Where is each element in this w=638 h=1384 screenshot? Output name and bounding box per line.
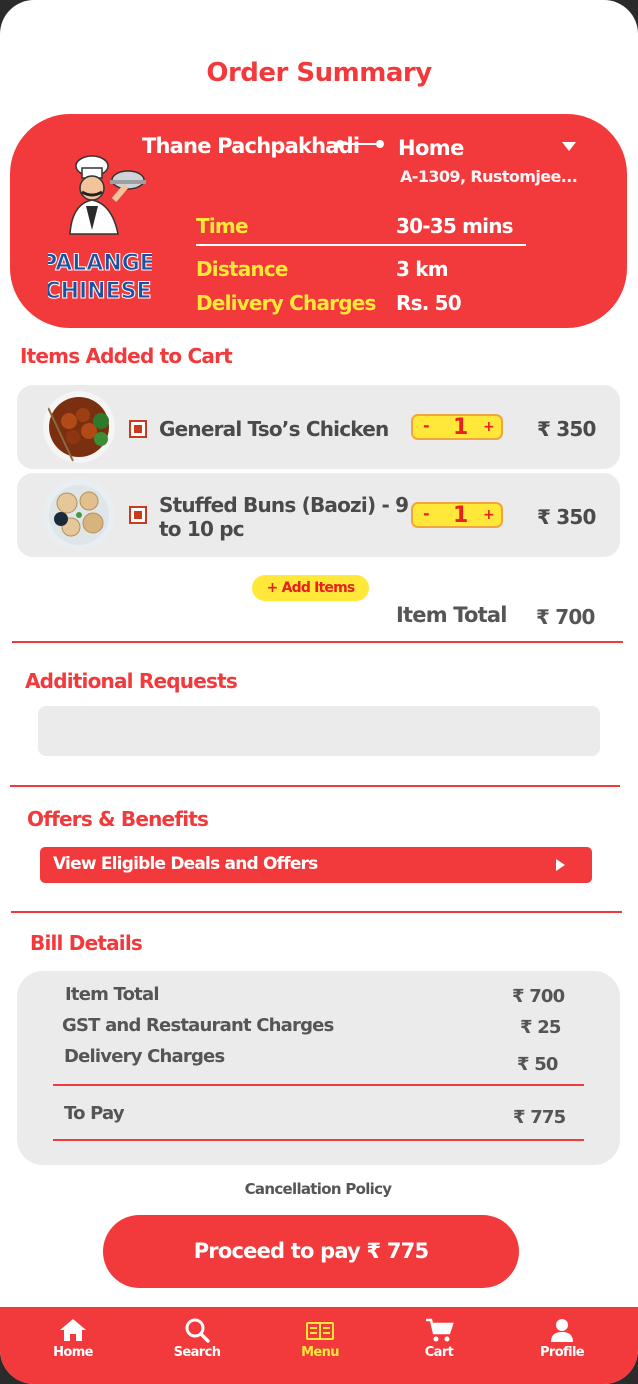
- item-name-line: to 10 pc: [159, 517, 245, 541]
- page-title: Order Summary: [206, 58, 432, 88]
- bill-row-label: GST and Restaurant Charges: [62, 1015, 334, 1036]
- chevron-down-icon[interactable]: [562, 142, 576, 151]
- nav-label: Menu: [301, 1345, 339, 1360]
- bill-details-card: Item Total ₹ 700 GST and Restaurant Char…: [17, 971, 620, 1165]
- nav-cart[interactable]: Cart: [399, 1317, 479, 1360]
- time-label: Time: [196, 214, 248, 238]
- nav-label: Cart: [424, 1345, 454, 1360]
- proceed-to-pay-button[interactable]: Proceed to pay ₹ 775: [103, 1215, 519, 1288]
- increase-button[interactable]: +: [483, 504, 495, 526]
- offers-section-title: Offers & Benefits: [27, 807, 209, 831]
- item-price: ₹ 350: [537, 417, 596, 441]
- bill-row-label: Item Total: [65, 984, 160, 1005]
- bill-row-value: ₹ 50: [517, 1054, 558, 1075]
- quantity-stepper: - 1 +: [411, 414, 503, 440]
- pickup-location: Thane Pachpakhadi: [142, 134, 360, 158]
- nav-profile[interactable]: Profile: [522, 1317, 602, 1360]
- item-total-label: Item Total: [396, 603, 507, 627]
- home-icon: [60, 1319, 86, 1341]
- item-total-value: ₹ 700: [536, 605, 595, 629]
- cart-item: General Tso’s Chicken - 1 + ₹ 350: [17, 385, 620, 469]
- cart-item: Stuffed Buns (Baozi) - 9 to 10 pc - 1 + …: [17, 473, 620, 557]
- bill-row-label: Delivery Charges: [64, 1046, 225, 1067]
- delivery-charges-value: Rs. 50: [396, 291, 462, 315]
- play-arrow-icon: [556, 859, 565, 871]
- restaurant-logo: PALANGE CHINESE: [41, 154, 155, 314]
- additional-requests-input[interactable]: [38, 706, 600, 756]
- nav-label: Home: [53, 1345, 93, 1360]
- item-name: Stuffed Buns (Baozi) - 9 to 10 pc: [159, 493, 409, 541]
- quantity-value: 1: [453, 415, 469, 440]
- to-pay-label: To Pay: [64, 1103, 125, 1124]
- view-offers-label: View Eligible Deals and Offers: [53, 854, 318, 874]
- delivery-address: A-1309, Rustomjee...: [400, 167, 578, 186]
- nonveg-indicator-icon: [129, 506, 147, 524]
- food-image: [43, 391, 115, 463]
- menu-icon: [306, 1322, 334, 1340]
- add-items-button[interactable]: + Add Items: [252, 575, 369, 601]
- item-name-line: Stuffed Buns (Baozi) - 9: [159, 493, 409, 517]
- bill-row-value: ₹ 25: [520, 1017, 561, 1038]
- nav-label: Search: [173, 1345, 221, 1360]
- view-offers-button[interactable]: View Eligible Deals and Offers: [40, 847, 592, 883]
- delivery-summary-card: PALANGE CHINESE Thane Pachpakhadi Home A…: [10, 114, 627, 328]
- divider: [10, 785, 620, 787]
- decrease-button[interactable]: -: [423, 504, 430, 524]
- time-value: 30-35 mins: [396, 214, 514, 238]
- nonveg-indicator-icon: [129, 420, 147, 438]
- increase-button[interactable]: +: [483, 416, 495, 438]
- cart-icon: [426, 1318, 454, 1342]
- bill-section-title: Bill Details: [30, 931, 143, 955]
- nav-menu[interactable]: Menu: [280, 1317, 360, 1360]
- delivery-location[interactable]: Home: [398, 136, 464, 160]
- bill-row-value: ₹ 700: [512, 986, 565, 1007]
- stat-divider: [196, 244, 526, 246]
- food-image: [43, 479, 115, 551]
- quantity-value: 1: [453, 503, 469, 528]
- quantity-stepper: - 1 +: [411, 502, 503, 528]
- divider: [53, 1139, 584, 1141]
- nav-home[interactable]: Home: [33, 1317, 113, 1360]
- item-price: ₹ 350: [537, 505, 596, 529]
- profile-icon: [551, 1319, 573, 1342]
- item-name: General Tso’s Chicken: [159, 417, 389, 441]
- phone-screen: Order Summary PALANGE CHINESE Thane Pach…: [0, 0, 638, 1384]
- svg-text:PALANGE: PALANGE: [48, 251, 152, 276]
- nav-search[interactable]: Search: [157, 1317, 237, 1360]
- to-pay-value: ₹ 775: [513, 1107, 566, 1128]
- search-icon: [185, 1318, 210, 1343]
- bottom-navigation: Home Search Menu Cart Profile: [0, 1307, 638, 1384]
- distance-label: Distance: [196, 257, 288, 281]
- nav-label: Profile: [539, 1345, 585, 1360]
- svg-text:CHINESE: CHINESE: [48, 279, 152, 304]
- route-arrow-icon: [336, 140, 384, 148]
- distance-value: 3 km: [396, 257, 449, 281]
- divider: [53, 1084, 584, 1086]
- delivery-charges-label: Delivery Charges: [196, 291, 376, 315]
- requests-section-title: Additional Requests: [25, 669, 238, 693]
- decrease-button[interactable]: -: [423, 416, 430, 436]
- cart-section-title: Items Added to Cart: [20, 344, 233, 368]
- divider: [12, 641, 623, 643]
- divider: [11, 911, 622, 913]
- cancellation-policy-link[interactable]: Cancellation Policy: [0, 1180, 636, 1198]
